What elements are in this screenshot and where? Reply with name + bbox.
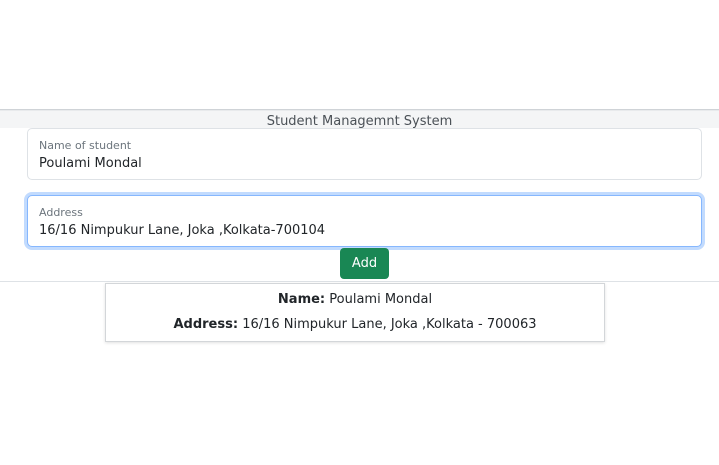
student-name-input[interactable]: Poulami Mondal <box>39 156 142 171</box>
student-card-address-row: Address: 16/16 Nimpukur Lane, Joka ,Kolk… <box>106 317 604 332</box>
page: Student Managemnt System Name of student… <box>0 0 719 465</box>
student-card-name: Poulami Mondal <box>329 292 433 307</box>
app-header: Student Managemnt System <box>0 109 719 128</box>
student-card-address-label: Address: <box>173 317 239 332</box>
address-input[interactable]: 16/16 Nimpukur Lane, Joka ,Kolkata-70010… <box>39 223 325 238</box>
student-card: Name: Poulami Mondal Address: 16/16 Nimp… <box>105 283 605 342</box>
page-title: Student Managemnt System <box>266 114 453 128</box>
address-field[interactable]: Address 16/16 Nimpukur Lane, Joka ,Kolka… <box>27 195 702 247</box>
student-card-address: 16/16 Nimpukur Lane, Joka ,Kolkata - 700… <box>242 317 537 332</box>
address-label: Address <box>39 206 83 219</box>
student-name-field[interactable]: Name of student Poulami Mondal <box>27 128 702 180</box>
add-button[interactable]: Add <box>340 248 389 279</box>
student-card-name-row: Name: Poulami Mondal <box>106 292 604 307</box>
student-form: Name of student Poulami Mondal Address 1… <box>0 127 719 282</box>
student-name-label: Name of student <box>39 139 132 152</box>
student-card-name-label: Name: <box>277 292 326 307</box>
